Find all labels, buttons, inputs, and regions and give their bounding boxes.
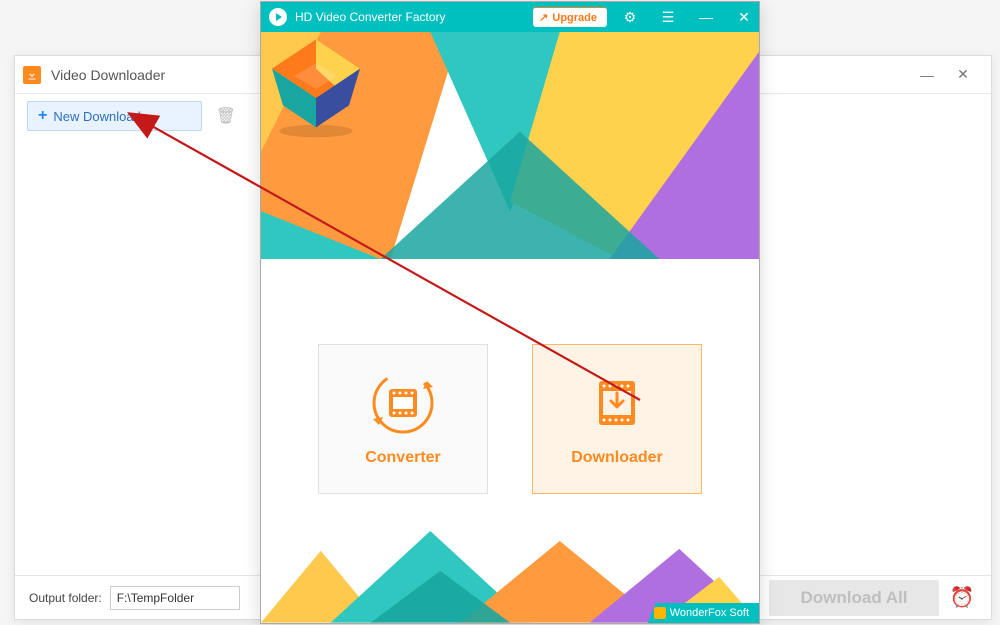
app-logo-icon xyxy=(269,8,287,26)
fox-icon xyxy=(654,607,666,619)
brand-badge[interactable]: WonderFox Soft xyxy=(648,603,759,623)
download-all-button[interactable]: Download All xyxy=(769,580,939,616)
output-folder-input[interactable] xyxy=(110,586,240,610)
hero-banner xyxy=(261,32,759,260)
close-button[interactable]: ✕ xyxy=(945,60,981,90)
footer-art: WonderFox Soft xyxy=(261,531,759,623)
downloader-card[interactable]: Downloader xyxy=(532,344,702,494)
main-title: HD Video Converter Factory xyxy=(295,10,525,24)
downloader-app-icon xyxy=(23,66,41,84)
downloader-label: Downloader xyxy=(571,449,663,467)
main-minimize-button[interactable]: — xyxy=(691,2,721,32)
upgrade-arrow-icon: ↗ xyxy=(539,11,548,24)
converter-card[interactable]: Converter xyxy=(318,344,488,494)
downloader-icon xyxy=(585,371,649,435)
output-folder-label: Output folder: xyxy=(29,591,102,605)
upgrade-label: Upgrade xyxy=(552,12,597,24)
delete-icon[interactable]: 🗑 xyxy=(216,106,236,126)
main-titlebar: HD Video Converter Factory ↗ Upgrade ⚙ ☰… xyxy=(261,2,759,32)
settings-gear-icon[interactable]: ⚙ xyxy=(615,2,645,32)
converter-label: Converter xyxy=(365,449,441,467)
alarm-clock-icon[interactable]: ⏰ xyxy=(947,583,977,613)
new-download-button[interactable]: + New Download xyxy=(27,101,202,131)
plus-icon: + xyxy=(38,108,47,124)
main-close-button[interactable]: ✕ xyxy=(729,2,759,32)
converter-icon xyxy=(371,371,435,435)
new-download-label: New Download xyxy=(53,109,140,124)
hero-3d-logo-icon xyxy=(261,32,371,142)
minimize-button[interactable]: — xyxy=(909,60,945,90)
feature-cards: Converter Downloader xyxy=(261,260,759,531)
tasks-list-icon[interactable]: ☰ xyxy=(653,2,683,32)
brand-label: WonderFox Soft xyxy=(670,607,749,619)
upgrade-button[interactable]: ↗ Upgrade xyxy=(533,7,607,27)
main-app-window: HD Video Converter Factory ↗ Upgrade ⚙ ☰… xyxy=(260,1,760,624)
